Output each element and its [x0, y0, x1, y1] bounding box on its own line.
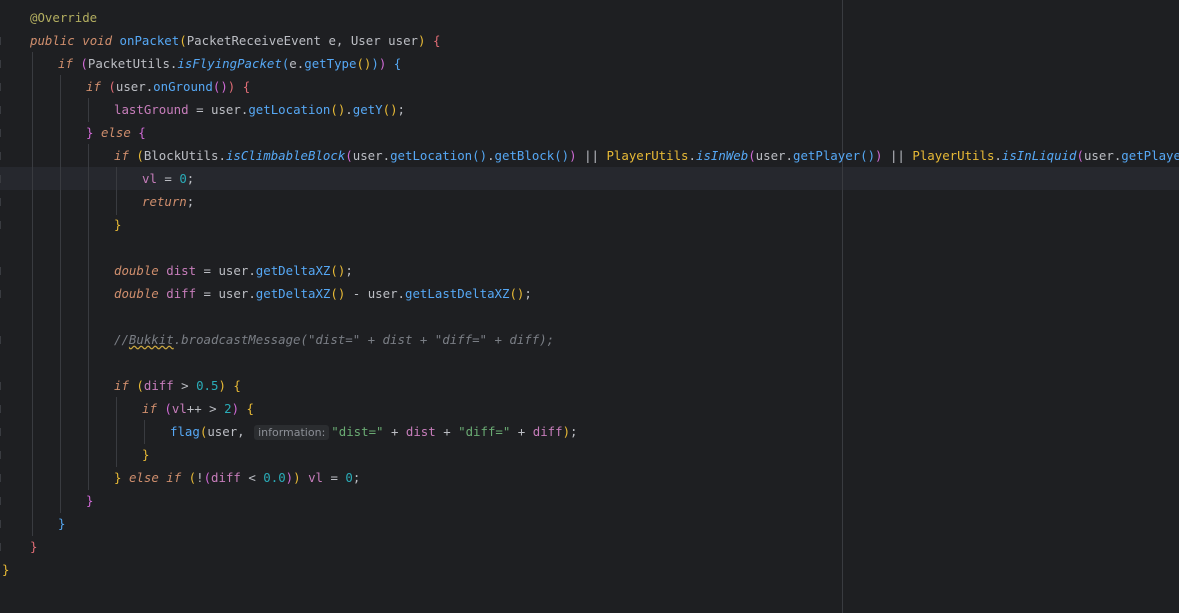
code-line-23[interactable]: } [58, 512, 65, 535]
code-line-13[interactable]: double diff = user.getDeltaXZ() - user.g… [114, 282, 532, 305]
code-line-10[interactable]: } [114, 213, 121, 236]
code-line-5[interactable]: lastGround = user.getLocation().getY(); [114, 98, 405, 121]
gutter-fold-marker [0, 382, 1, 390]
gutter-fold-marker [0, 106, 1, 114]
code-line-4[interactable]: if (user.onGround()) { [86, 75, 250, 98]
indent-guide [60, 75, 61, 513]
code-line-20[interactable]: } [142, 443, 149, 466]
gutter-fold-marker [0, 474, 1, 482]
code-line-2[interactable]: public void onPacket(PacketReceiveEvent … [30, 29, 440, 52]
code-comment: //Bukkit.broadcastMessage("dist=" + dist… [114, 332, 555, 347]
gutter-fold-marker [0, 497, 1, 505]
gutter-fold-marker [0, 290, 1, 298]
code-line-1[interactable]: @Override [30, 6, 97, 29]
gutter-fold-marker [0, 175, 1, 183]
code-line-12[interactable]: double dist = user.getDeltaXZ(); [114, 259, 353, 282]
code-line-9[interactable]: return; [142, 190, 194, 213]
warning-underline: Bukkit [128, 332, 174, 347]
annotation-token: @Override [30, 10, 98, 25]
code-line-25[interactable]: } [2, 558, 9, 581]
code-line-21[interactable]: } else if (!(diff < 0.0)) vl = 0; [114, 466, 360, 489]
indent-guide [88, 144, 89, 490]
code-line-3[interactable]: if (PacketUtils.isFlyingPacket(e.getType… [58, 52, 401, 75]
gutter-fold-marker [0, 543, 1, 551]
indent-guide [32, 52, 33, 536]
code-line-8[interactable]: vl = 0; [142, 167, 194, 190]
gutter-fold-marker [0, 221, 1, 229]
parameter-hint: information: [254, 425, 330, 440]
indent-guide [88, 98, 89, 122]
gutter-fold-marker [0, 451, 1, 459]
gutter-fold-marker [0, 129, 1, 137]
indent-guide [116, 397, 117, 467]
code-line-18[interactable]: if (vl++ > 2) { [142, 397, 254, 420]
indent-guide [116, 167, 117, 215]
code-line-17[interactable]: if (diff > 0.5) { [114, 374, 241, 397]
gutter-fold-marker [0, 152, 1, 160]
gutter-fold-marker [0, 520, 1, 528]
gutter-fold-marker [0, 336, 1, 344]
gutter-fold-marker [0, 405, 1, 413]
right-margin-guide [842, 0, 843, 613]
indent-guide [144, 420, 145, 444]
code-line-19[interactable]: flag(user, information: "dist=" + dist + … [170, 420, 578, 443]
code-line-7[interactable]: if (BlockUtils.isClimbableBlock(user.get… [114, 144, 1179, 167]
code-line-22[interactable]: } [86, 489, 93, 512]
code-line-24[interactable]: } [30, 535, 37, 558]
gutter-fold-marker [0, 83, 1, 91]
code-line-15[interactable]: //Bukkit.broadcastMessage("dist=" + dist… [114, 328, 554, 351]
code-line-6[interactable]: } else { [86, 121, 146, 144]
gutter-fold-marker [0, 60, 1, 68]
gutter-fold-marker [0, 37, 1, 45]
gutter-fold-marker [0, 428, 1, 436]
code-editor[interactable]: @Override public void onPacket(PacketRec… [0, 0, 1179, 613]
gutter-fold-marker [0, 198, 1, 206]
gutter-fold-marker [0, 267, 1, 275]
